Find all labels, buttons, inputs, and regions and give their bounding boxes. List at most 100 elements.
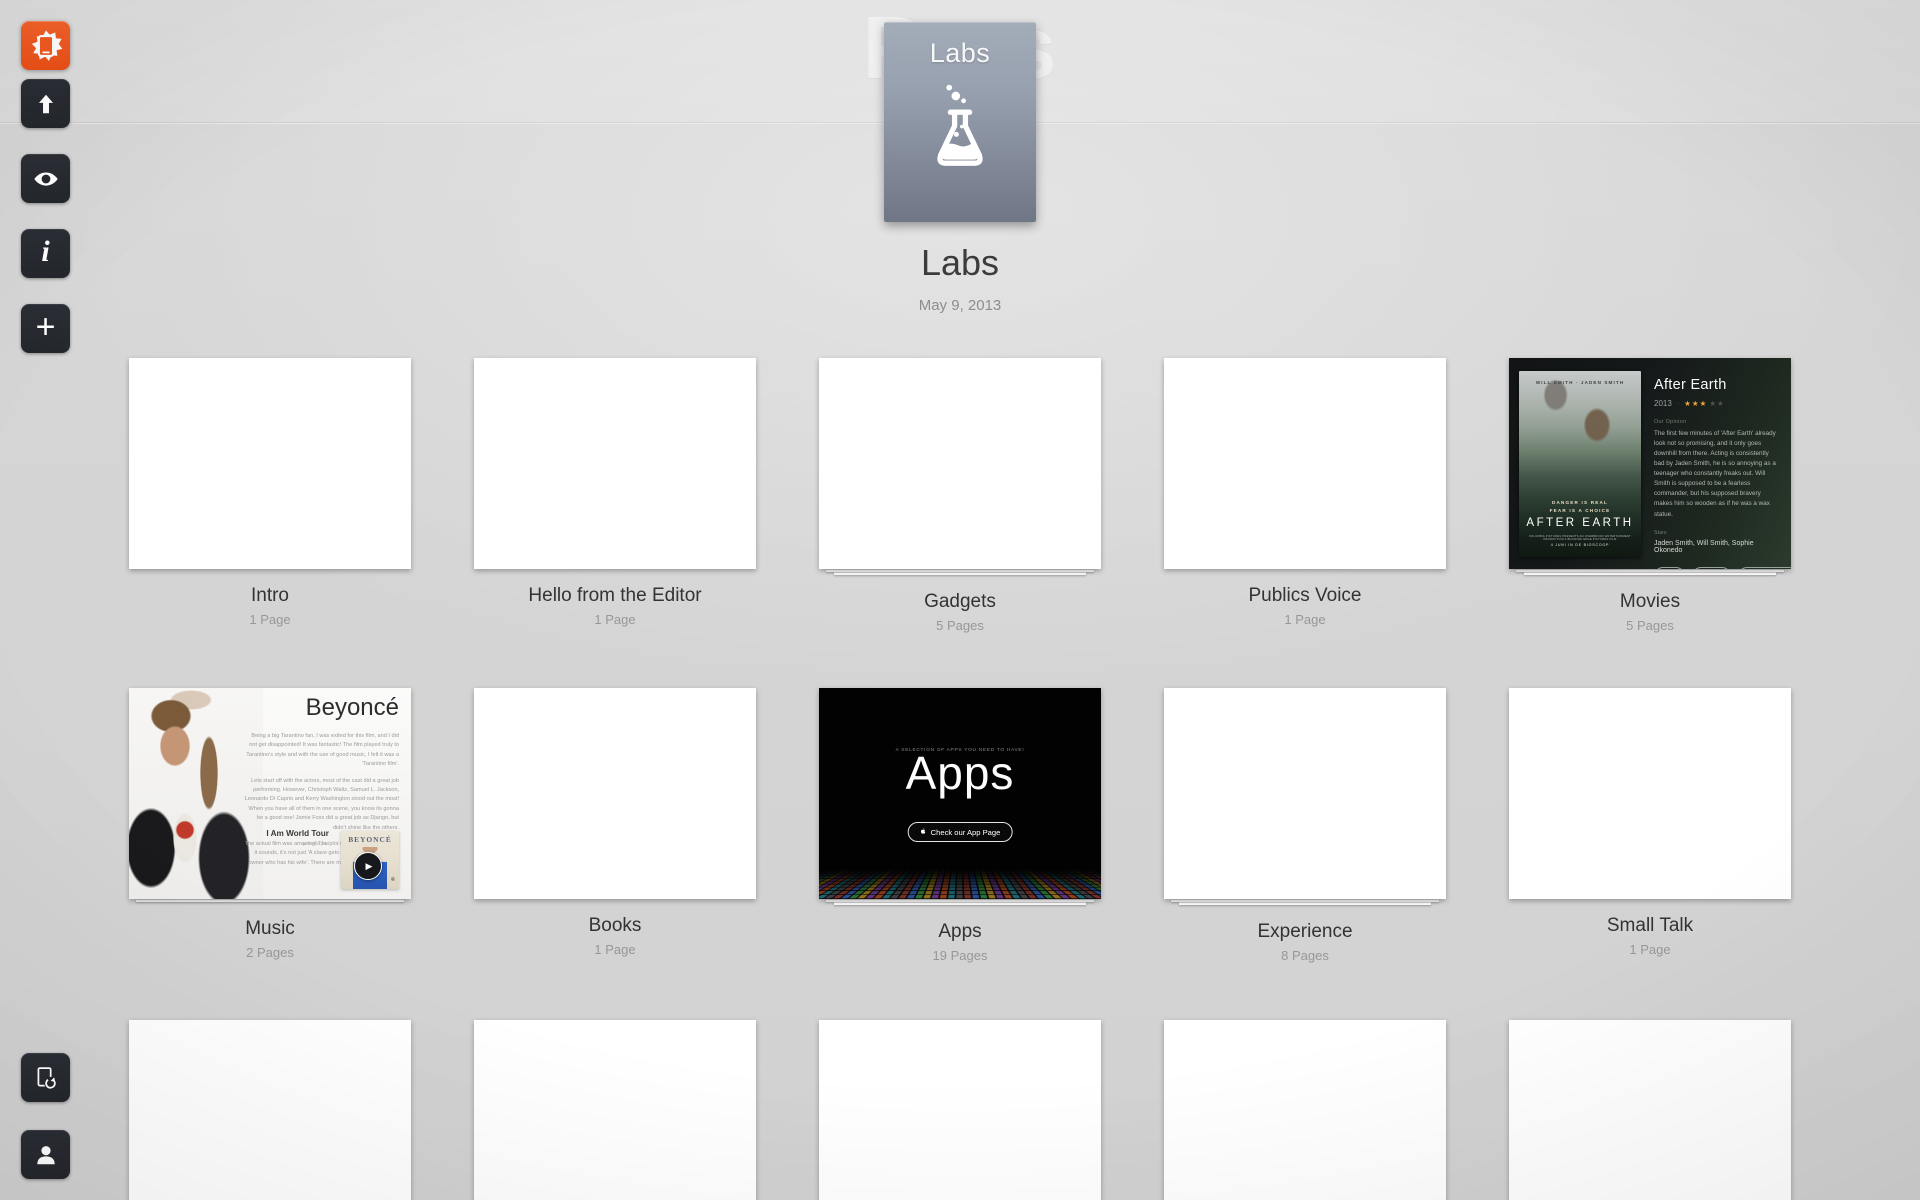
section-thumbnail-experience[interactable] bbox=[1164, 688, 1446, 899]
apps-page-title: Apps bbox=[819, 746, 1101, 800]
play-button[interactable]: ▶ bbox=[354, 852, 382, 880]
poster-actor-names: WILL SMITH · JADEN SMITH bbox=[1519, 380, 1641, 385]
flask-icon bbox=[924, 80, 996, 189]
section-page-count: 19 Pages bbox=[819, 948, 1101, 963]
section-thumbnail-hello[interactable] bbox=[474, 358, 756, 569]
section-title: Hello from the Editor bbox=[474, 585, 756, 607]
section-title: Music bbox=[129, 918, 411, 940]
section-page-count: 1 Page bbox=[1509, 942, 1791, 957]
section-page-count: 5 Pages bbox=[1509, 618, 1791, 633]
section-title: Apps bbox=[819, 921, 1101, 943]
publication-title: Labs bbox=[0, 242, 1920, 284]
section-page-count: 1 Page bbox=[474, 942, 756, 957]
plus-icon: + bbox=[36, 310, 56, 344]
download-pill-button[interactable]: Download bbox=[1738, 567, 1791, 569]
star-rating-empty: ★★ bbox=[1709, 399, 1724, 408]
after-earth-poster: WILL SMITH · JADEN SMITH DANGER IS REAL … bbox=[1519, 371, 1641, 557]
section-card-music: Beyoncé Being a big Tarantino fan, I was… bbox=[129, 688, 411, 963]
section-thumbnail-gadgets[interactable] bbox=[819, 358, 1101, 569]
poster-credits: COLUMBIA PICTURES PRESENTS AN OVERBROOK … bbox=[1519, 535, 1641, 541]
album-cover: BEYONCÉ ▶ bbox=[341, 831, 399, 889]
movie-title: After Earth bbox=[1654, 377, 1780, 393]
section-thumbnail[interactable] bbox=[129, 1020, 411, 1200]
section-card-experience: Experience 8 Pages bbox=[1164, 688, 1446, 963]
publication-cover[interactable]: Labs bbox=[884, 22, 1036, 222]
section-title: Intro bbox=[129, 585, 411, 607]
device-sync-button[interactable] bbox=[21, 1053, 70, 1102]
section-title: Gadgets bbox=[819, 591, 1101, 613]
play-icon: ▶ bbox=[366, 861, 373, 872]
poster-tagline: DANGER IS REAL FEAR IS A CHOICE bbox=[1519, 499, 1641, 516]
section-thumbnail-movies[interactable]: WILL SMITH · JADEN SMITH DANGER IS REAL … bbox=[1509, 358, 1791, 569]
section-page-count: 1 Page bbox=[129, 612, 411, 627]
movie-buttons: Info Trailer Download bbox=[1654, 567, 1780, 569]
person-icon bbox=[33, 1142, 59, 1168]
preview-button[interactable] bbox=[21, 154, 70, 203]
page-stack-edge bbox=[834, 572, 1086, 575]
section-card bbox=[129, 1020, 411, 1200]
section-card-small-talk: Small Talk 1 Page bbox=[1509, 688, 1791, 963]
movie-meta: 2013 · ★★★ ★★ bbox=[1654, 399, 1780, 408]
opinion-label: Our Opinion bbox=[1654, 419, 1780, 425]
trailer-pill-button[interactable]: Trailer bbox=[1692, 567, 1731, 569]
account-button[interactable] bbox=[21, 1130, 70, 1179]
eye-icon bbox=[32, 165, 60, 193]
sections-row-3 bbox=[129, 1020, 1791, 1200]
section-title: Movies bbox=[1509, 591, 1791, 613]
section-title: Small Talk bbox=[1509, 915, 1791, 937]
section-thumbnail-small-talk[interactable] bbox=[1509, 688, 1791, 899]
section-page-count: 8 Pages bbox=[1164, 948, 1446, 963]
section-thumbnail-apps[interactable]: A SELECTION OF APPS YOU NEED TO HAVE! Ap… bbox=[819, 688, 1101, 899]
section-card-books: Books 1 Page bbox=[474, 688, 756, 963]
section-card-intro: Intro 1 Page bbox=[129, 358, 411, 633]
sections-row-2: Beyoncé Being a big Tarantino fan, I was… bbox=[129, 688, 1791, 963]
section-card bbox=[1164, 1020, 1446, 1200]
section-thumbnail[interactable] bbox=[819, 1020, 1101, 1200]
prss-library-screen: Prss i + bbox=[0, 0, 1920, 1200]
cast-label: Stars bbox=[1654, 530, 1780, 536]
section-card bbox=[474, 1020, 756, 1200]
section-thumbnail-books[interactable] bbox=[474, 688, 756, 899]
section-thumbnail-music[interactable]: Beyoncé Being a big Tarantino fan, I was… bbox=[129, 688, 411, 899]
movie-detail-panel: After Earth 2013 · ★★★ ★★ Our Opinion Th… bbox=[1654, 377, 1780, 569]
section-thumbnail[interactable] bbox=[1164, 1020, 1446, 1200]
section-card-apps: A SELECTION OF APPS YOU NEED TO HAVE! Ap… bbox=[819, 688, 1101, 963]
section-card-gadgets: Gadgets 5 Pages bbox=[819, 358, 1101, 633]
apple-icon bbox=[920, 827, 927, 837]
star-rating-filled: ★★★ bbox=[1684, 399, 1707, 408]
section-title: Publics Voice bbox=[1164, 585, 1446, 607]
music-page-title: Beyoncé bbox=[306, 694, 399, 722]
section-title: Experience bbox=[1164, 921, 1446, 943]
section-page-count: 1 Page bbox=[474, 612, 756, 627]
publication-date: May 9, 2013 bbox=[0, 297, 1920, 314]
section-thumbnail-intro[interactable] bbox=[129, 358, 411, 569]
section-card bbox=[1509, 1020, 1791, 1200]
movie-year: 2013 bbox=[1654, 399, 1672, 408]
page-stack-edge bbox=[1524, 572, 1776, 575]
app-page-pill-button[interactable]: Check our App Page bbox=[908, 822, 1013, 842]
page-stack-edge bbox=[136, 899, 404, 902]
section-card bbox=[819, 1020, 1101, 1200]
section-thumbnail[interactable] bbox=[1509, 1020, 1791, 1200]
section-page-count: 2 Pages bbox=[129, 945, 411, 960]
poster-title: AFTER EARTH bbox=[1519, 517, 1641, 529]
publish-button[interactable] bbox=[21, 79, 70, 128]
section-page-count: 5 Pages bbox=[819, 618, 1101, 633]
tour-caption-block: I Am World Tour prss the pod bbox=[266, 829, 329, 847]
arrow-up-icon bbox=[33, 91, 59, 117]
info-pill-button[interactable]: Info bbox=[1654, 567, 1685, 569]
prss-home-button[interactable] bbox=[21, 21, 70, 70]
opinion-text: The first few minutes of 'After Earth' a… bbox=[1654, 429, 1780, 520]
section-thumbnail-publics-voice[interactable] bbox=[1164, 358, 1446, 569]
section-thumbnail[interactable] bbox=[474, 1020, 756, 1200]
page-stack-edge bbox=[834, 902, 1086, 905]
section-card-hello-from-the-editor: Hello from the Editor 1 Page bbox=[474, 358, 756, 633]
cover-title: Labs bbox=[884, 38, 1036, 69]
apple-icon bbox=[390, 869, 396, 887]
page-stack-edge bbox=[1179, 902, 1431, 905]
cast-names: Jaden Smith, Will Smith, Sophie Okonedo bbox=[1654, 540, 1780, 554]
app-icons-floor bbox=[819, 868, 1101, 899]
section-card-publics-voice: Publics Voice 1 Page bbox=[1164, 358, 1446, 633]
poster-release-date: 4 JUNI IN DE BIOSCOOP bbox=[1519, 543, 1641, 547]
section-title: Books bbox=[474, 915, 756, 937]
